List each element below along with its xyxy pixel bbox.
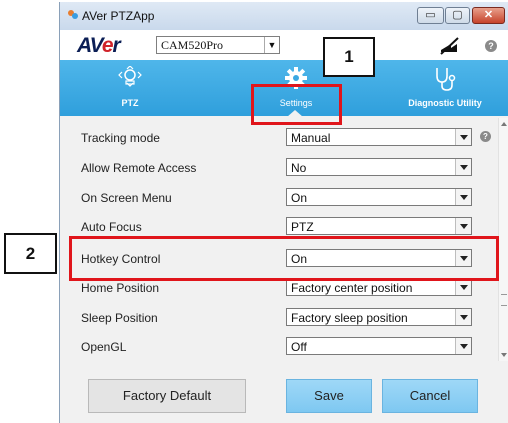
select-value: No (291, 161, 307, 175)
settings-scrollbar[interactable] (498, 118, 508, 361)
setting-label: Home Position (81, 281, 160, 295)
remote-access-select[interactable]: No (286, 158, 472, 176)
setting-row-tracking-mode: Tracking mode Manual ? (60, 123, 492, 153)
close-icon: ✕ (483, 9, 494, 21)
select-value: Off (291, 340, 307, 354)
save-button[interactable]: Save (286, 379, 372, 413)
setting-label: OpenGL (81, 340, 127, 354)
setting-label: Sleep Position (81, 311, 158, 325)
setting-row-sleep-position: Sleep Position Factory sleep position (60, 303, 492, 333)
stethoscope-icon (436, 68, 456, 91)
minimize-button[interactable]: ▭ (417, 7, 444, 24)
close-button[interactable]: ✕ (472, 7, 505, 24)
scroll-down-icon[interactable] (501, 353, 507, 357)
window-title: AVer PTZApp (82, 9, 155, 23)
scroll-thumb-grip[interactable] (501, 294, 507, 306)
help-icon[interactable]: ? (480, 131, 491, 142)
tab-diagnostic-utility[interactable]: Diagnostic Utility (390, 60, 500, 116)
chevron-down-icon (455, 309, 471, 325)
tab-ptz-label: PTZ (121, 98, 139, 108)
highlight-box-hotkey (69, 236, 499, 281)
chevron-down-icon (455, 159, 471, 175)
scroll-up-icon[interactable] (501, 122, 507, 126)
opengl-select[interactable]: Off (286, 337, 472, 355)
maximize-icon: ▢ (452, 9, 463, 21)
setting-label: On Screen Menu (81, 191, 172, 205)
tracking-mode-select[interactable]: Manual (286, 128, 472, 146)
on-screen-menu-select[interactable]: On (286, 188, 472, 206)
callout-2: 2 (4, 233, 57, 274)
select-value: Manual (291, 131, 331, 145)
setting-label: Allow Remote Access (81, 161, 197, 175)
callout-1: 1 (323, 37, 375, 77)
maximize-button[interactable]: ▢ (445, 7, 470, 24)
setting-label: Auto Focus (81, 220, 142, 234)
select-value: On (291, 191, 308, 205)
select-value: PTZ (291, 220, 314, 234)
aver-logo: AVer (77, 34, 121, 57)
tab-diagnostic-label: Diagnostic Utility (408, 98, 482, 108)
chevron-down-icon (455, 338, 471, 354)
select-value: Factory center position (291, 281, 413, 295)
ptz-icon (118, 66, 142, 87)
highlight-box-settings (251, 84, 342, 125)
chevron-down-icon (455, 189, 471, 205)
cancel-button[interactable]: Cancel (382, 379, 478, 413)
sleep-position-select[interactable]: Factory sleep position (286, 308, 472, 326)
chevron-down-icon (455, 279, 471, 295)
header-bar: AVer CAM520Pro ▼ ? (60, 30, 508, 60)
setting-row-remote-access: Allow Remote Access No (60, 153, 492, 183)
camera-muted-icon[interactable] (438, 36, 460, 56)
setting-row-on-screen-menu: On Screen Menu On (60, 183, 492, 213)
title-bar: AVer PTZApp ▭ ▢ ✕ (60, 2, 508, 31)
footer-bar: Factory Default Save Cancel (60, 364, 508, 423)
select-value: Factory sleep position (291, 311, 408, 325)
chevron-down-icon (455, 218, 471, 234)
app-icon (68, 10, 78, 19)
help-icon[interactable]: ? (485, 40, 497, 52)
chevron-down-icon: ▼ (264, 37, 279, 53)
camera-select-value: CAM520Pro (161, 38, 224, 52)
app-window: AVer PTZApp ▭ ▢ ✕ AVer CAM520Pro ▼ ? PTZ (59, 2, 508, 423)
setting-label: Tracking mode (81, 131, 160, 145)
chevron-down-icon (455, 129, 471, 145)
setting-row-opengl: OpenGL Off (60, 332, 492, 362)
factory-default-button[interactable]: Factory Default (88, 379, 246, 413)
camera-select[interactable]: CAM520Pro ▼ (156, 36, 280, 54)
minimize-icon: ▭ (425, 9, 436, 21)
tab-ptz[interactable]: PTZ (100, 60, 160, 116)
auto-focus-select[interactable]: PTZ (286, 217, 472, 235)
